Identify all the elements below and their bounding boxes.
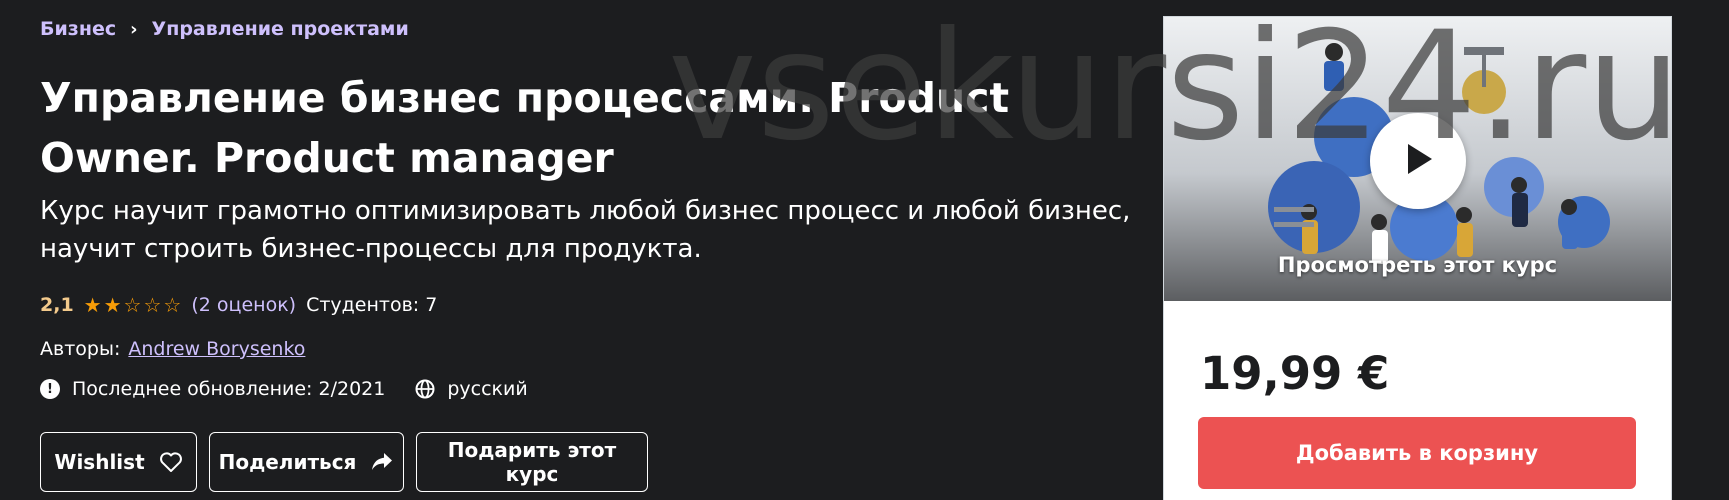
gift-course-label: Подарить этот курс bbox=[447, 438, 617, 486]
play-button[interactable] bbox=[1370, 113, 1466, 209]
rating-row: 2,1 ★ ★ ☆ ☆ ☆ (2 оценок) Студентов: 7 bbox=[40, 294, 437, 316]
breadcrumb: Бизнес › Управление проектами bbox=[40, 18, 409, 40]
language-text: русский bbox=[447, 378, 528, 400]
authors-label: Авторы: bbox=[40, 338, 121, 360]
breadcrumb-item-business[interactable]: Бизнес bbox=[40, 18, 116, 40]
share-button[interactable]: Поделиться bbox=[209, 432, 404, 492]
last-updated-text: Последнее обновление: 2/2021 bbox=[72, 378, 386, 400]
wishlist-button[interactable]: Wishlist bbox=[40, 432, 197, 492]
star-full-icon: ★ bbox=[83, 293, 102, 317]
star-empty-icon: ☆ bbox=[163, 293, 182, 317]
course-title-line2: Owner. Product manager bbox=[40, 134, 614, 182]
play-icon bbox=[1398, 139, 1438, 183]
students-count: Студентов: 7 bbox=[306, 294, 438, 316]
course-preview[interactable]: Просмотреть этот курс bbox=[1164, 17, 1671, 301]
star-rating: ★ ★ ☆ ☆ ☆ bbox=[84, 295, 182, 315]
language: русский bbox=[415, 378, 528, 400]
chevron-right-icon: › bbox=[130, 18, 138, 40]
last-updated: ! Последнее обновление: 2/2021 bbox=[40, 378, 385, 400]
star-full-icon: ★ bbox=[103, 293, 122, 317]
breadcrumb-item-project-management[interactable]: Управление проектами bbox=[152, 18, 409, 40]
reviews-count-link[interactable]: (2 оценок) bbox=[191, 294, 296, 316]
add-to-cart-button[interactable]: Добавить в корзину bbox=[1198, 417, 1636, 489]
share-arrow-icon bbox=[370, 451, 394, 473]
wishlist-label: Wishlist bbox=[54, 450, 145, 474]
heart-icon bbox=[159, 451, 183, 473]
course-title: Управление бизнес процессами. Product Ow… bbox=[40, 68, 1040, 188]
rating-value: 2,1 bbox=[40, 294, 74, 316]
globe-icon bbox=[415, 379, 435, 399]
action-buttons: Wishlist Поделиться Подарить этот курс bbox=[40, 432, 648, 492]
course-purchase-card: Просмотреть этот курс 19,99 € Добавить в… bbox=[1163, 16, 1672, 500]
alert-badge-icon: ! bbox=[40, 379, 60, 399]
author-link[interactable]: Andrew Borysenko bbox=[128, 338, 305, 360]
authors-row: Авторы: Andrew Borysenko bbox=[40, 338, 305, 360]
course-subtitle-line1: Курс научит грамотно оптимизировать любо… bbox=[40, 196, 1131, 226]
preview-course-label[interactable]: Просмотреть этот курс bbox=[1164, 253, 1671, 277]
course-price: 19,99 € bbox=[1200, 347, 1390, 400]
course-subtitle-line2: научит строить бизнес-процессы для проду… bbox=[40, 234, 702, 264]
star-empty-icon: ☆ bbox=[143, 293, 162, 317]
gift-course-button[interactable]: Подарить этот курс bbox=[416, 432, 648, 492]
share-label: Поделиться bbox=[218, 450, 357, 474]
course-title-line1: Управление бизнес процессами. Product bbox=[40, 74, 1010, 122]
course-subtitle: Курс научит грамотно оптимизировать любо… bbox=[40, 192, 1140, 268]
star-empty-icon: ☆ bbox=[123, 293, 142, 317]
meta-row: ! Последнее обновление: 2/2021 русский bbox=[40, 378, 546, 400]
